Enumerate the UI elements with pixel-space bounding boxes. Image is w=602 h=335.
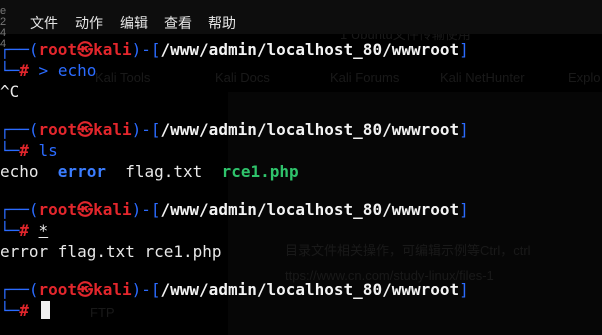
menu-view[interactable]: 查看: [164, 14, 192, 32]
command-output: ^C: [0, 82, 20, 101]
menu-edit[interactable]: 编辑: [120, 14, 148, 32]
file-entry: flag.txt: [125, 162, 203, 181]
command-output: error flag.txt rce1.php: [0, 242, 222, 261]
prompt-input-line: └─# > echo: [0, 61, 97, 80]
menu-file[interactable]: 文件: [30, 14, 58, 32]
command-text: > echo: [38, 61, 97, 80]
prompt-input-line: └─# ls: [0, 141, 58, 160]
command-text: *: [38, 221, 49, 240]
file-entry: echo: [0, 162, 39, 181]
prompt-header: ┌──(root㉿kali)-[/www/admin/localhost_80/…: [0, 200, 469, 219]
text-cursor[interactable]: [40, 301, 50, 319]
menu-help[interactable]: 帮助: [208, 14, 236, 32]
terminal[interactable]: ┌──(root㉿kali)-[/www/admin/localhost_80/…: [0, 34, 602, 335]
menu-action[interactable]: 动作: [75, 14, 103, 32]
prompt-header: ┌──(root㉿kali)-[/www/admin/localhost_80/…: [0, 40, 469, 59]
dir-entry: error: [57, 162, 106, 181]
prompt-header: ┌──(root㉿kali)-[/www/admin/localhost_80/…: [0, 120, 469, 139]
menu-bar: e244 文件 动作 编辑 查看 帮助: [0, 0, 602, 50]
prompt-header: ┌──(root㉿kali)-[/www/admin/localhost_80/…: [0, 280, 469, 299]
ls-output: echo error flag.txt rce1.php: [0, 162, 299, 182]
command-text: ls: [38, 141, 58, 160]
script-entry: rce1.php: [221, 162, 299, 181]
prompt-input-line: └─#: [0, 301, 50, 321]
prompt-input-line: └─# *: [0, 221, 49, 240]
